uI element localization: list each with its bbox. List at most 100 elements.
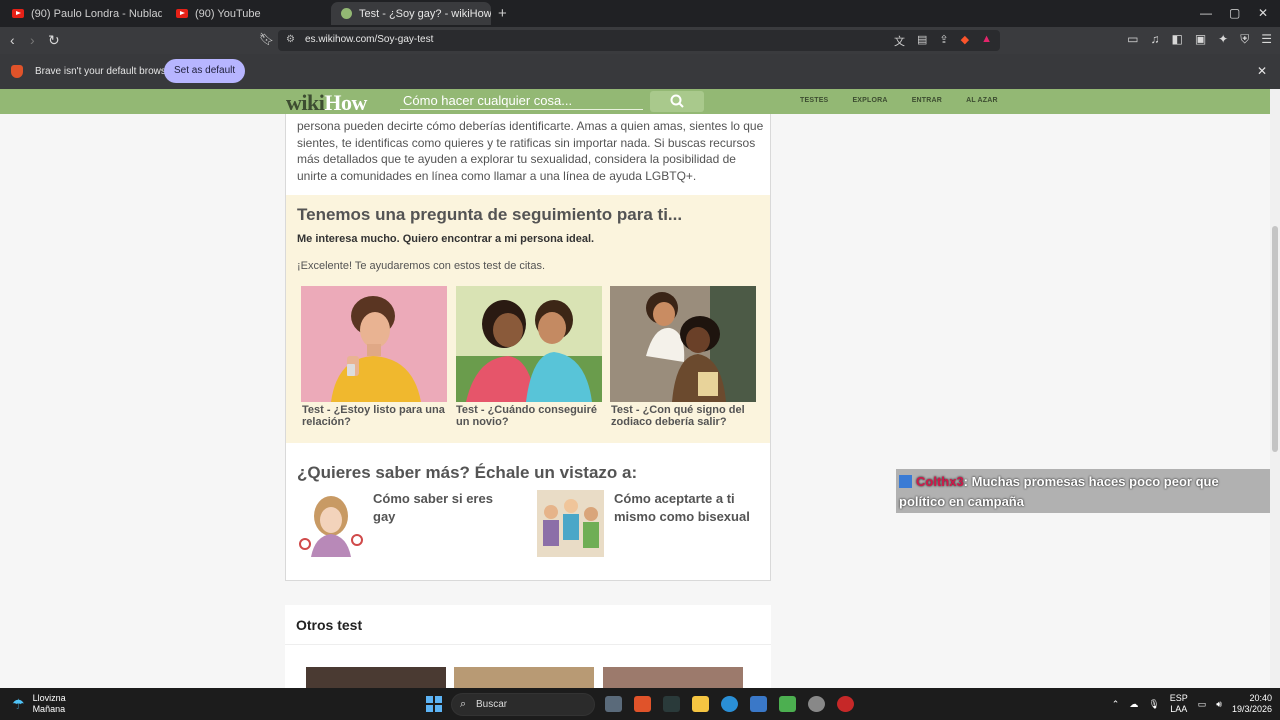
- task-view-icon[interactable]: [605, 696, 622, 712]
- related-title-2[interactable]: Cómo aceptarte a ti mismo como bisexual: [614, 490, 754, 526]
- wallet-icon[interactable]: ▣: [1195, 32, 1206, 47]
- system-tray: ⌃ ☁ 🎙︎ ESP LAA ▭ 🔊︎ 20:40 19/3/2026: [1112, 693, 1272, 715]
- search-button[interactable]: [650, 91, 704, 112]
- related-title-1[interactable]: Cómo saber si eres gay: [373, 490, 513, 526]
- article-intro-text: persona pueden decirte cómo deberías ide…: [297, 119, 764, 183]
- nav-explora[interactable]: EXPLORA: [852, 97, 887, 104]
- couple-image: [456, 286, 602, 402]
- tab-wikihow[interactable]: Test - ¿Soy gay? - wikiHow ✕: [331, 2, 491, 25]
- maximize-button[interactable]: ▢: [1229, 6, 1240, 20]
- brave-shields-icon[interactable]: ◆: [961, 33, 969, 49]
- test-thumbnail-3[interactable]: [610, 286, 756, 402]
- reader-icon[interactable]: ▤: [917, 33, 927, 49]
- other-test-thumbnail-3[interactable]: [603, 667, 743, 689]
- store-icon[interactable]: [750, 696, 767, 712]
- vpn-icon[interactable]: ⛨: [1240, 32, 1249, 47]
- new-tab-button[interactable]: +: [498, 5, 507, 22]
- test-thumbnail-2[interactable]: [456, 286, 602, 402]
- lang-bottom: LAA: [1170, 704, 1188, 714]
- related-image-2[interactable]: [537, 490, 604, 557]
- youtube-icon: [176, 9, 188, 18]
- set-as-default-button[interactable]: Set as default: [164, 59, 246, 83]
- windows-taskbar: ☂ Llovizna Mañana ⌕ Buscar ⌃ ☁ 🎙︎ ESP LA…: [0, 688, 1280, 720]
- search-icon: ⌕: [460, 698, 467, 710]
- logo-how: How: [324, 90, 367, 115]
- clock-time: 20:40: [1249, 693, 1272, 703]
- other-tests-title: Otros test: [296, 617, 363, 633]
- test-caption-2[interactable]: Test - ¿Cuándo conseguiré un novio?: [456, 404, 604, 428]
- bookmark-icon[interactable]: 🔖︎: [259, 32, 274, 46]
- search-icon: [670, 94, 684, 108]
- clock-date: 19/3/2026: [1231, 704, 1272, 714]
- related-image-1[interactable]: [297, 490, 364, 557]
- chat-badge-icon: [899, 475, 912, 488]
- tab-paulo-londra[interactable]: (90) Paulo Londra - Nublado (Officia: [2, 2, 162, 25]
- terminal-taskbar-icon[interactable]: [663, 696, 680, 712]
- clock[interactable]: 20:40 19/3/2026: [1232, 693, 1272, 715]
- test-thumbnail-1[interactable]: [301, 286, 447, 402]
- other-test-thumbnail-1[interactable]: [306, 667, 446, 689]
- brave-taskbar-icon[interactable]: [634, 696, 651, 712]
- display-icon[interactable]: ▭: [1198, 699, 1207, 710]
- nav-al-azar[interactable]: AL AZAR: [966, 97, 998, 104]
- file-explorer-icon[interactable]: [692, 696, 709, 712]
- media-icon[interactable]: ♫: [1150, 32, 1159, 47]
- wikihow-header: wikiHow TESTES EXPLORA ENTRAR AL AZAR: [0, 89, 1270, 116]
- site-info-icon[interactable]: ⚙︎: [286, 34, 295, 45]
- minecraft-icon[interactable]: [779, 696, 796, 712]
- share-icon[interactable]: ⇪: [939, 33, 948, 49]
- wikihow-logo[interactable]: wikiHow: [286, 90, 367, 116]
- article-card: persona pueden decirte cómo deberías ide…: [285, 114, 771, 581]
- brave-rewards-icon[interactable]: ▲: [981, 33, 992, 49]
- other-test-thumbnail-2[interactable]: [454, 667, 594, 689]
- tray-expand-icon[interactable]: ⌃: [1112, 699, 1120, 710]
- url-text: es.wikihow.com/Soy-gay-test: [305, 34, 434, 45]
- sidebar-icon[interactable]: ◧: [1171, 32, 1182, 47]
- test-caption-1[interactable]: Test - ¿Estoy listo para una relación?: [302, 404, 450, 428]
- followup-answer: ¡Excelente! Te ayudaremos con estos test…: [297, 260, 546, 272]
- taskbar-search[interactable]: ⌕ Buscar: [451, 693, 595, 716]
- tab-title: Test - ¿Soy gay? - wikiHow: [359, 7, 491, 20]
- youtube-app-icon[interactable]: [837, 696, 854, 712]
- edge-icon[interactable]: [721, 696, 738, 712]
- close-infobar-icon[interactable]: ✕: [1257, 64, 1267, 78]
- nav-entrar[interactable]: ENTRAR: [912, 97, 942, 104]
- scrollbar-thumb[interactable]: [1272, 226, 1278, 452]
- language-indicator[interactable]: ESP LAA: [1170, 693, 1188, 715]
- other-tests-card: Otros test: [285, 605, 771, 695]
- browser-toolbar: ‹ › ↻ 🔖︎ ⚙︎ es.wikihow.com/Soy-gay-test …: [0, 27, 1280, 54]
- test-caption-3[interactable]: Test - ¿Con qué signo del zodiaco deberí…: [611, 404, 759, 428]
- menu-icon[interactable]: ☰: [1261, 32, 1272, 47]
- volume-icon[interactable]: 🔊︎: [1216, 699, 1222, 710]
- app-icon[interactable]: [808, 696, 825, 712]
- tab-bar: (90) Paulo Londra - Nublado (Officia (90…: [0, 0, 1280, 27]
- back-button[interactable]: ‹: [10, 32, 15, 48]
- weather-widget[interactable]: ☂ Llovizna Mañana: [12, 693, 66, 715]
- rain-umbrella-icon: ☂: [12, 695, 25, 712]
- translate-icon[interactable]: 文: [894, 33, 905, 49]
- tab-youtube[interactable]: (90) YouTube: [166, 2, 326, 25]
- more-title: ¿Quieres saber más? Échale un vistazo a:: [297, 463, 638, 482]
- onedrive-icon[interactable]: ☁: [1129, 699, 1138, 710]
- reload-button[interactable]: ↻: [48, 32, 60, 49]
- search-input[interactable]: [400, 92, 643, 110]
- couple-piggyback-image: [610, 286, 756, 402]
- minimize-button[interactable]: —: [1200, 6, 1212, 20]
- tab-title: (90) Paulo Londra - Nublado (Officia: [31, 7, 162, 20]
- microphone-icon[interactable]: 🎙︎: [1148, 699, 1159, 710]
- forward-button[interactable]: ›: [30, 32, 35, 48]
- address-bar[interactable]: ⚙︎ es.wikihow.com/Soy-gay-test 文 ▤ ⇪ ◆ ▲: [278, 30, 1000, 51]
- followup-title: Tenemos una pregunta de seguimiento para…: [297, 205, 683, 224]
- taskbar-search-label: Buscar: [476, 699, 508, 710]
- woman-thinking-image: [301, 286, 447, 402]
- chat-overlay: Colthx3: Muchas promesas haces poco peor…: [896, 469, 1270, 513]
- sidebar-panel-icon[interactable]: ▭: [1127, 32, 1138, 47]
- wikihow-icon: [341, 8, 352, 19]
- infobar-message: Brave isn't your default browser: [35, 66, 175, 77]
- leo-ai-icon[interactable]: ✦: [1218, 32, 1228, 47]
- close-window-button[interactable]: ✕: [1258, 6, 1268, 20]
- chat-username: Colthx3: [916, 474, 964, 489]
- nav-testes[interactable]: TESTES: [800, 97, 828, 104]
- divider: [285, 644, 771, 645]
- windows-start-icon[interactable]: [426, 696, 442, 712]
